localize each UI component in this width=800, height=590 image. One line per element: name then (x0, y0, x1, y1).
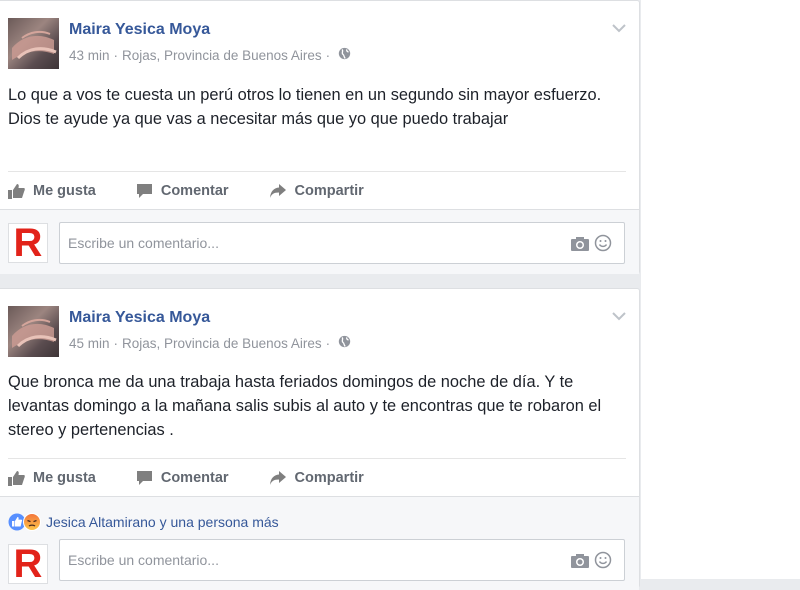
comment-placeholder: Escribe un comentario... (68, 235, 219, 251)
chevron-down-icon[interactable] (611, 309, 627, 321)
right-column-blank (641, 0, 800, 579)
camera-icon[interactable] (570, 553, 590, 574)
thumbs-up-icon (8, 471, 25, 486)
comment-input[interactable]: Escribe un comentario... (59, 222, 625, 264)
post-time[interactable]: 45 min (69, 336, 110, 351)
angry-reaction-icon (23, 513, 41, 531)
comment-icon (136, 471, 152, 485)
commenter-logo-letter: R (13, 221, 43, 265)
share-button[interactable]: Compartir (269, 183, 364, 199)
like-button[interactable]: Me gusta (8, 183, 96, 199)
commenter-avatar[interactable]: R (8, 223, 48, 263)
post-meta: 43 min · Rojas, Provincia de Buenos Aire… (69, 47, 351, 63)
comment-icon (136, 184, 152, 198)
author-avatar[interactable] (8, 18, 59, 69)
comment-input[interactable]: Escribe un comentario... (59, 539, 625, 581)
share-icon (269, 471, 286, 485)
commenter-avatar[interactable]: R (8, 544, 48, 584)
reactions-summary[interactable]: Jesica Altamirano y una persona más (8, 513, 279, 531)
feed-post: Maira Yesica Moya 45 min · Rojas, Provin… (0, 288, 640, 590)
share-label: Compartir (294, 470, 364, 486)
like-button[interactable]: Me gusta (8, 470, 96, 486)
feed-post: Maira Yesica Moya 43 min · Rojas, Provin… (0, 0, 640, 274)
post-location[interactable]: Rojas, Provincia de Buenos Aires (122, 48, 322, 63)
comment-label: Comentar (160, 470, 229, 486)
meta-separator: · (325, 47, 331, 63)
thumbs-up-icon (8, 184, 25, 199)
smiley-icon[interactable] (594, 551, 612, 574)
commenter-logo-letter: R (13, 542, 43, 586)
globe-icon[interactable] (338, 47, 351, 63)
reactions-text: Jesica Altamirano y una persona más (46, 514, 279, 530)
comment-area: Jesica Altamirano y una persona más R Es… (0, 496, 639, 590)
author-avatar[interactable] (8, 306, 59, 357)
action-bar: Me gusta Comentar Compartir (8, 458, 626, 497)
comment-label: Comentar (160, 183, 229, 199)
share-icon (269, 184, 286, 198)
comment-placeholder: Escribe un comentario... (68, 552, 219, 568)
post-text: Que bronca me da una trabaja hasta feria… (8, 373, 602, 439)
like-label: Me gusta (33, 183, 96, 199)
post-location[interactable]: Rojas, Provincia de Buenos Aires (122, 336, 322, 351)
post-meta: 45 min · Rojas, Provincia de Buenos Aire… (69, 335, 351, 351)
comment-area: R Escribe un comentario... (0, 209, 639, 274)
author-name[interactable]: Maira Yesica Moya (69, 21, 210, 39)
post-time[interactable]: 43 min (69, 48, 110, 63)
chevron-down-icon[interactable] (611, 21, 627, 33)
comment-button[interactable]: Comentar (136, 470, 229, 486)
reaction-icons (8, 513, 41, 531)
share-button[interactable]: Compartir (269, 470, 364, 486)
smiley-icon[interactable] (594, 234, 612, 257)
camera-icon[interactable] (570, 236, 590, 257)
meta-separator: · (325, 335, 331, 351)
meta-separator: · (113, 335, 119, 351)
meta-separator: · (113, 47, 119, 63)
globe-icon[interactable] (338, 335, 351, 351)
post-text: Lo que a vos te cuesta un perú otros lo … (8, 86, 602, 128)
comment-button[interactable]: Comentar (136, 183, 229, 199)
share-label: Compartir (294, 183, 364, 199)
author-name[interactable]: Maira Yesica Moya (69, 309, 210, 327)
like-label: Me gusta (33, 470, 96, 486)
action-bar: Me gusta Comentar Compartir (8, 171, 626, 210)
